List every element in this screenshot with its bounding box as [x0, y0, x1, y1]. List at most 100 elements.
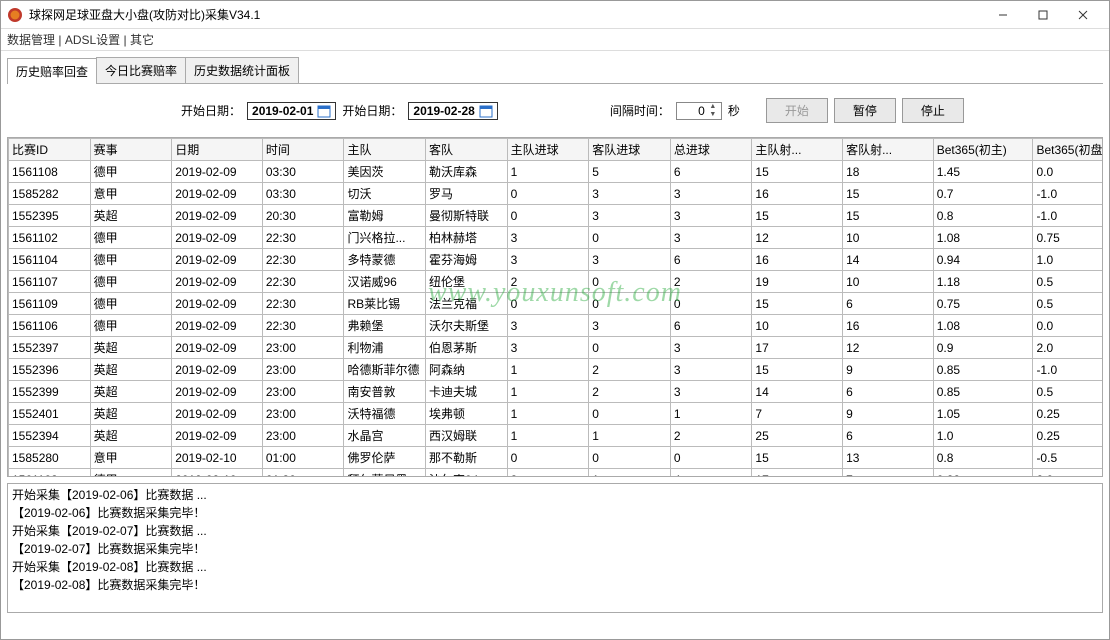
table-cell: 德甲 — [90, 161, 172, 183]
table-cell: 2 — [507, 271, 589, 293]
table-cell: 1.0 — [1033, 249, 1102, 271]
table-row[interactable]: 1585282意甲2019-02-0903:30切沃罗马03316150.7-1… — [9, 183, 1103, 205]
table-cell: 意甲 — [90, 447, 172, 469]
table-cell: 1552399 — [9, 381, 91, 403]
table-cell: 3 — [507, 337, 589, 359]
table-cell: 德甲 — [90, 271, 172, 293]
table-cell: 1 — [507, 425, 589, 447]
table-cell: 1.05 — [933, 403, 1033, 425]
table-cell: 埃弗顿 — [426, 403, 508, 425]
toolbar: 开始日期： 2019-02-01 开始日期： 2019-02-28 间隔时间： … — [7, 84, 1103, 137]
table-cell: 霍芬海姆 — [426, 249, 508, 271]
table-cell: 阿森纳 — [426, 359, 508, 381]
table-cell: 23:00 — [262, 425, 344, 447]
table-cell: 0 — [670, 293, 752, 315]
menu-item-other[interactable]: 其它 — [130, 33, 154, 47]
table-cell: 0 — [589, 403, 671, 425]
table-cell: 19 — [752, 271, 843, 293]
log-line: 【2019-02-07】比赛数据采集完毕！ — [12, 540, 1098, 558]
table-cell: 6 — [670, 249, 752, 271]
table-cell: 17 — [752, 337, 843, 359]
log-line: 开始采集【2019-02-08】比赛数据 ... — [12, 558, 1098, 576]
table-cell: 罗马 — [426, 183, 508, 205]
table-cell: 1561107 — [9, 271, 91, 293]
table-cell: 2019-02-09 — [172, 161, 263, 183]
table-row[interactable]: 1552395英超2019-02-0920:30富勒姆曼彻斯特联03315150… — [9, 205, 1103, 227]
table-row[interactable]: 1552394英超2019-02-0923:00水晶宫西汉姆联1122561.0… — [9, 425, 1103, 447]
table-cell: 德甲 — [90, 227, 172, 249]
col-header[interactable]: Bet365(初主) — [933, 139, 1033, 161]
table-cell: 2019-02-09 — [172, 359, 263, 381]
col-header[interactable]: 总进球 — [670, 139, 752, 161]
table-cell: 2019-02-10 — [172, 447, 263, 469]
table-cell: 3 — [589, 205, 671, 227]
table-cell: 15 — [752, 447, 843, 469]
table-row[interactable]: 1552396英超2019-02-0923:00哈德斯菲尔德阿森纳1231590… — [9, 359, 1103, 381]
table-cell: 23:00 — [262, 337, 344, 359]
table-cell: 13 — [843, 447, 934, 469]
table-cell: 门兴格拉... — [344, 227, 426, 249]
spinner-up-icon[interactable]: ▲ — [707, 103, 719, 111]
table-cell: 0 — [670, 447, 752, 469]
table-row[interactable]: 1552401英超2019-02-0923:00沃特福德埃弗顿101791.05… — [9, 403, 1103, 425]
col-header[interactable]: 主队进球 — [507, 139, 589, 161]
table-cell: 1 — [589, 469, 671, 477]
menu-item-data[interactable]: 数据管理 — [7, 33, 55, 47]
col-header[interactable]: 主队射... — [752, 139, 843, 161]
tab-stats-panel[interactable]: 历史数据统计面板 — [185, 57, 299, 83]
col-header[interactable]: 客队 — [426, 139, 508, 161]
table-cell: 弗赖堡 — [344, 315, 426, 337]
pause-button[interactable]: 暂停 — [834, 98, 896, 123]
table-cell: 1585280 — [9, 447, 91, 469]
table-cell: 9 — [843, 359, 934, 381]
table-cell: 0 — [589, 293, 671, 315]
maximize-button[interactable] — [1023, 4, 1063, 26]
table-cell: 0 — [507, 447, 589, 469]
col-header[interactable]: Bet365(初盘) — [1033, 139, 1102, 161]
col-header[interactable]: 客队射... — [843, 139, 934, 161]
table-cell: 0.25 — [1033, 403, 1102, 425]
stop-button[interactable]: 停止 — [902, 98, 964, 123]
table-row[interactable]: 1561107德甲2019-02-0922:30汉诺威96纽伦堡20219101… — [9, 271, 1103, 293]
table-cell: 3 — [670, 183, 752, 205]
minimize-button[interactable] — [983, 4, 1023, 26]
table-cell: 0 — [589, 227, 671, 249]
table-row[interactable]: 1561102德甲2019-02-0922:30门兴格拉...柏林赫塔30312… — [9, 227, 1103, 249]
table-row[interactable]: 1552399英超2019-02-0923:00南安普敦卡迪夫城1231460.… — [9, 381, 1103, 403]
table-cell: 1.45 — [933, 161, 1033, 183]
table-row[interactable]: 1561103德甲2019-02-1001:30拜仁慕尼黑沙尔克04314177… — [9, 469, 1103, 477]
col-header[interactable]: 客队进球 — [589, 139, 671, 161]
table-row[interactable]: 1552397英超2019-02-0923:00利物浦伯恩茅斯30317120.… — [9, 337, 1103, 359]
table-row[interactable]: 1561108德甲2019-02-0903:30美因茨勒沃库森15615181.… — [9, 161, 1103, 183]
log-output[interactable]: 开始采集【2019-02-06】比赛数据 ...【2019-02-06】比赛数据… — [7, 483, 1103, 613]
col-header[interactable]: 赛事 — [90, 139, 172, 161]
data-table: 比赛ID赛事日期时间主队客队主队进球客队进球总进球主队射...客队射...Bet… — [8, 138, 1102, 476]
col-header[interactable]: 主队 — [344, 139, 426, 161]
close-button[interactable] — [1063, 4, 1103, 26]
tab-today-odds[interactable]: 今日比赛赔率 — [96, 57, 186, 83]
col-header[interactable]: 比赛ID — [9, 139, 91, 161]
table-cell: 7 — [843, 469, 934, 477]
table-cell: 0.94 — [933, 249, 1033, 271]
table-cell: 2 — [589, 359, 671, 381]
table-cell: 7 — [752, 403, 843, 425]
table-cell: 2019-02-09 — [172, 403, 263, 425]
end-date-input[interactable]: 2019-02-28 — [408, 102, 497, 120]
menu-item-adsl[interactable]: ADSL设置 — [65, 33, 120, 47]
table-row[interactable]: 1585280意甲2019-02-1001:00佛罗伦萨那不勒斯00015130… — [9, 447, 1103, 469]
col-header[interactable]: 时间 — [262, 139, 344, 161]
tab-history-odds[interactable]: 历史赔率回查 — [7, 58, 97, 84]
table-row[interactable]: 1561104德甲2019-02-0922:30多特蒙德霍芬海姆33616140… — [9, 249, 1103, 271]
interval-input[interactable]: 0 ▲▼ — [676, 102, 722, 120]
col-header[interactable]: 日期 — [172, 139, 263, 161]
calendar-icon — [317, 104, 331, 118]
table-cell: 切沃 — [344, 183, 426, 205]
table-row[interactable]: 1561109德甲2019-02-0922:30RB莱比锡法兰克福0001560… — [9, 293, 1103, 315]
start-button[interactable]: 开始 — [766, 98, 828, 123]
table-scroll[interactable]: 比赛ID赛事日期时间主队客队主队进球客队进球总进球主队射...客队射...Bet… — [8, 138, 1102, 476]
table-cell: 0 — [507, 205, 589, 227]
start-date-input[interactable]: 2019-02-01 — [247, 102, 336, 120]
spinner-down-icon[interactable]: ▼ — [707, 111, 719, 119]
table-row[interactable]: 1561106德甲2019-02-0922:30弗赖堡沃尔夫斯堡33610161… — [9, 315, 1103, 337]
table-cell: 0 — [507, 183, 589, 205]
